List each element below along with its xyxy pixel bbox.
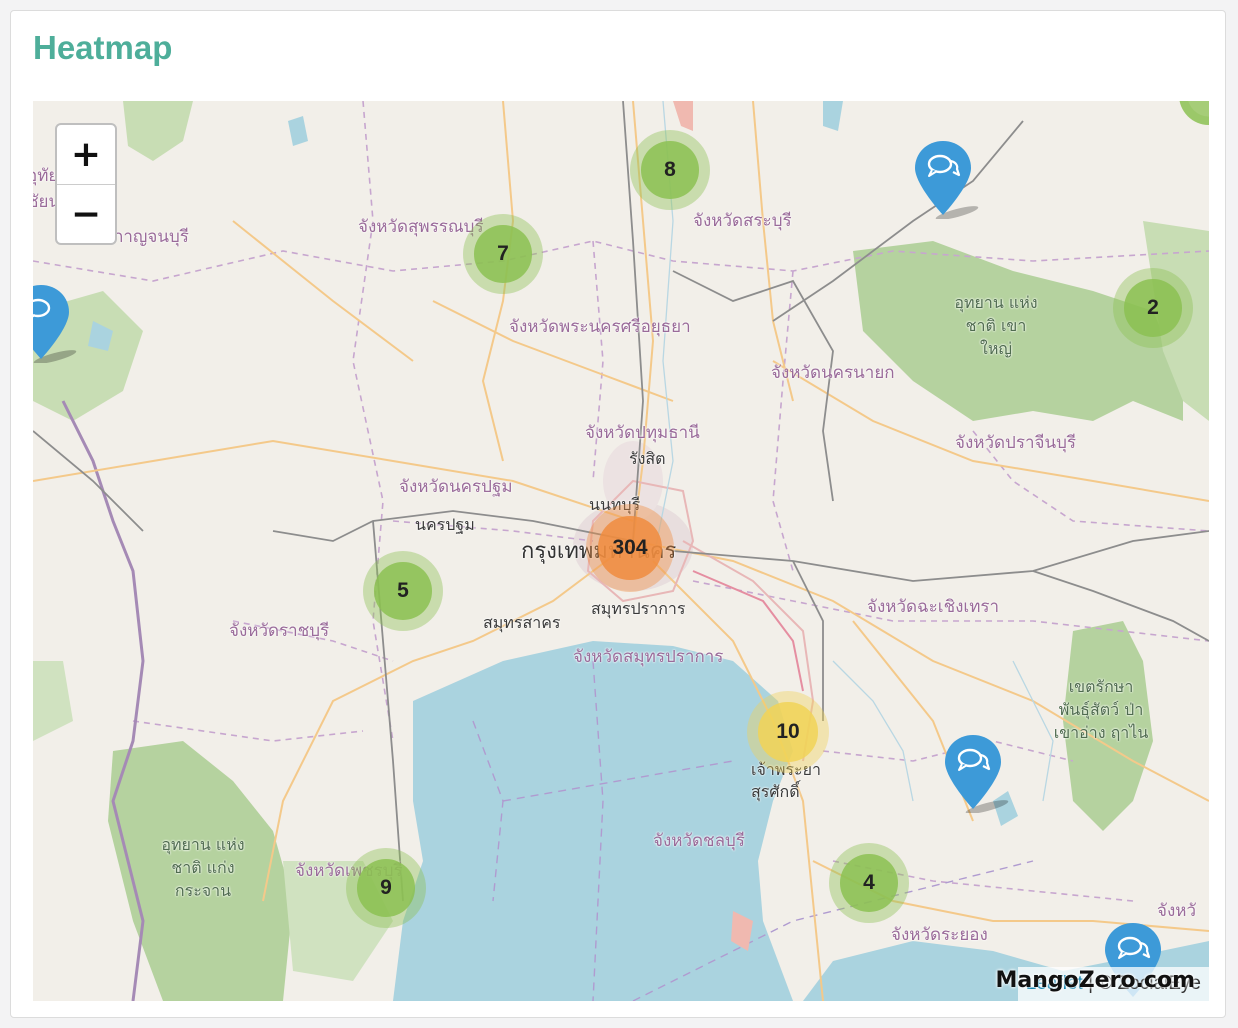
cluster-marker[interactable]: 7 [463, 214, 543, 294]
watermark: MangoZero.com [995, 968, 1195, 993]
label-rayong: จังหวัดระยอง [891, 925, 988, 945]
cluster-count: 8 [641, 141, 699, 199]
label-nakhon-pathom: นครปฐม [415, 515, 475, 534]
label-kaeng-krachan: อุทยาน แห่งชาติ แก่งกระจาน [161, 835, 245, 900]
map-pin-icon [945, 735, 1009, 814]
label-suphanburi: จังหวัดสุพรรณบุรี [358, 217, 484, 237]
map-pin-icon [915, 141, 979, 220]
cluster-count: 9 [357, 859, 415, 917]
label-saraburi: จังหวัดสระบุรี [693, 211, 792, 231]
zoom-control: + − [55, 123, 117, 245]
speech-bubble-marker[interactable] [33, 283, 81, 368]
label-ratchaburi: จังหวัดราชบุรี [229, 621, 330, 641]
label-rangsit: รังสิต [629, 449, 666, 468]
label-pathum-thani: จังหวัดปทุมธานี [585, 423, 700, 443]
cluster-count: 5 [374, 562, 432, 620]
heatmap-panel: Heatmap จังหวัดสุพรรณบุรี จังหวัดสระบุรี… [10, 10, 1226, 1018]
label-chachoengsao: จังหวัดฉะเชิงเทรา [867, 597, 1000, 617]
speech-bubble-marker[interactable] [943, 733, 1013, 818]
zoom-in-button[interactable]: + [57, 125, 115, 185]
label-ayutthaya: จังหวัดพระนครศรีอยุธยา [509, 317, 691, 337]
label-chonburi: จังหวัดชลบุรี [653, 831, 745, 851]
label-nakhon-nayok: จังหวัดนครนายก [771, 363, 895, 383]
label-wildlife-sanctuary: เขตรักษา พันธุ์สัตว์ ป่าเขาอ่าง ฤาไน [1053, 677, 1149, 742]
cluster-marker[interactable]: 10 [747, 691, 829, 773]
label-prachinburi: จังหวัดปราจีนบุรี [955, 433, 1077, 453]
cluster-marker[interactable]: 8 [630, 130, 710, 210]
panel-title: Heatmap [33, 29, 173, 66]
label-khao-yai: อุทยาน แห่งชาติ เขาใหญ่ [954, 293, 1038, 358]
map-container[interactable]: จังหวัดสุพรรณบุรี จังหวัดสระบุรี จังหวัด… [33, 101, 1209, 1001]
cluster-marker[interactable]: 4 [829, 843, 909, 923]
cluster-marker[interactable]: 2 [1113, 268, 1193, 348]
cluster-marker[interactable]: 304 [586, 504, 674, 592]
cluster-marker[interactable]: 5 [363, 551, 443, 631]
cluster-count: 2 [1124, 279, 1182, 337]
label-nakhon-pathom-province: จังหวัดนครปฐม [399, 477, 513, 497]
speech-bubble-marker[interactable] [913, 139, 983, 224]
label-samut-prakan-province: จังหวัดสมุทรปราการ [573, 647, 724, 667]
zoom-out-button[interactable]: − [57, 185, 115, 243]
label-samut-sakhon: สมุทรสาคร [483, 613, 561, 632]
cluster-count: 304 [598, 516, 662, 580]
cluster-marker[interactable]: 9 [346, 848, 426, 928]
cluster-count: 4 [840, 854, 898, 912]
cluster-count: 7 [474, 225, 532, 283]
label-chanthaburi: จังหวั [1157, 901, 1197, 921]
cluster-count: 10 [758, 702, 818, 762]
label-samut-prakan: สมุทรปราการ [591, 599, 686, 618]
map-pin-icon [33, 285, 77, 364]
